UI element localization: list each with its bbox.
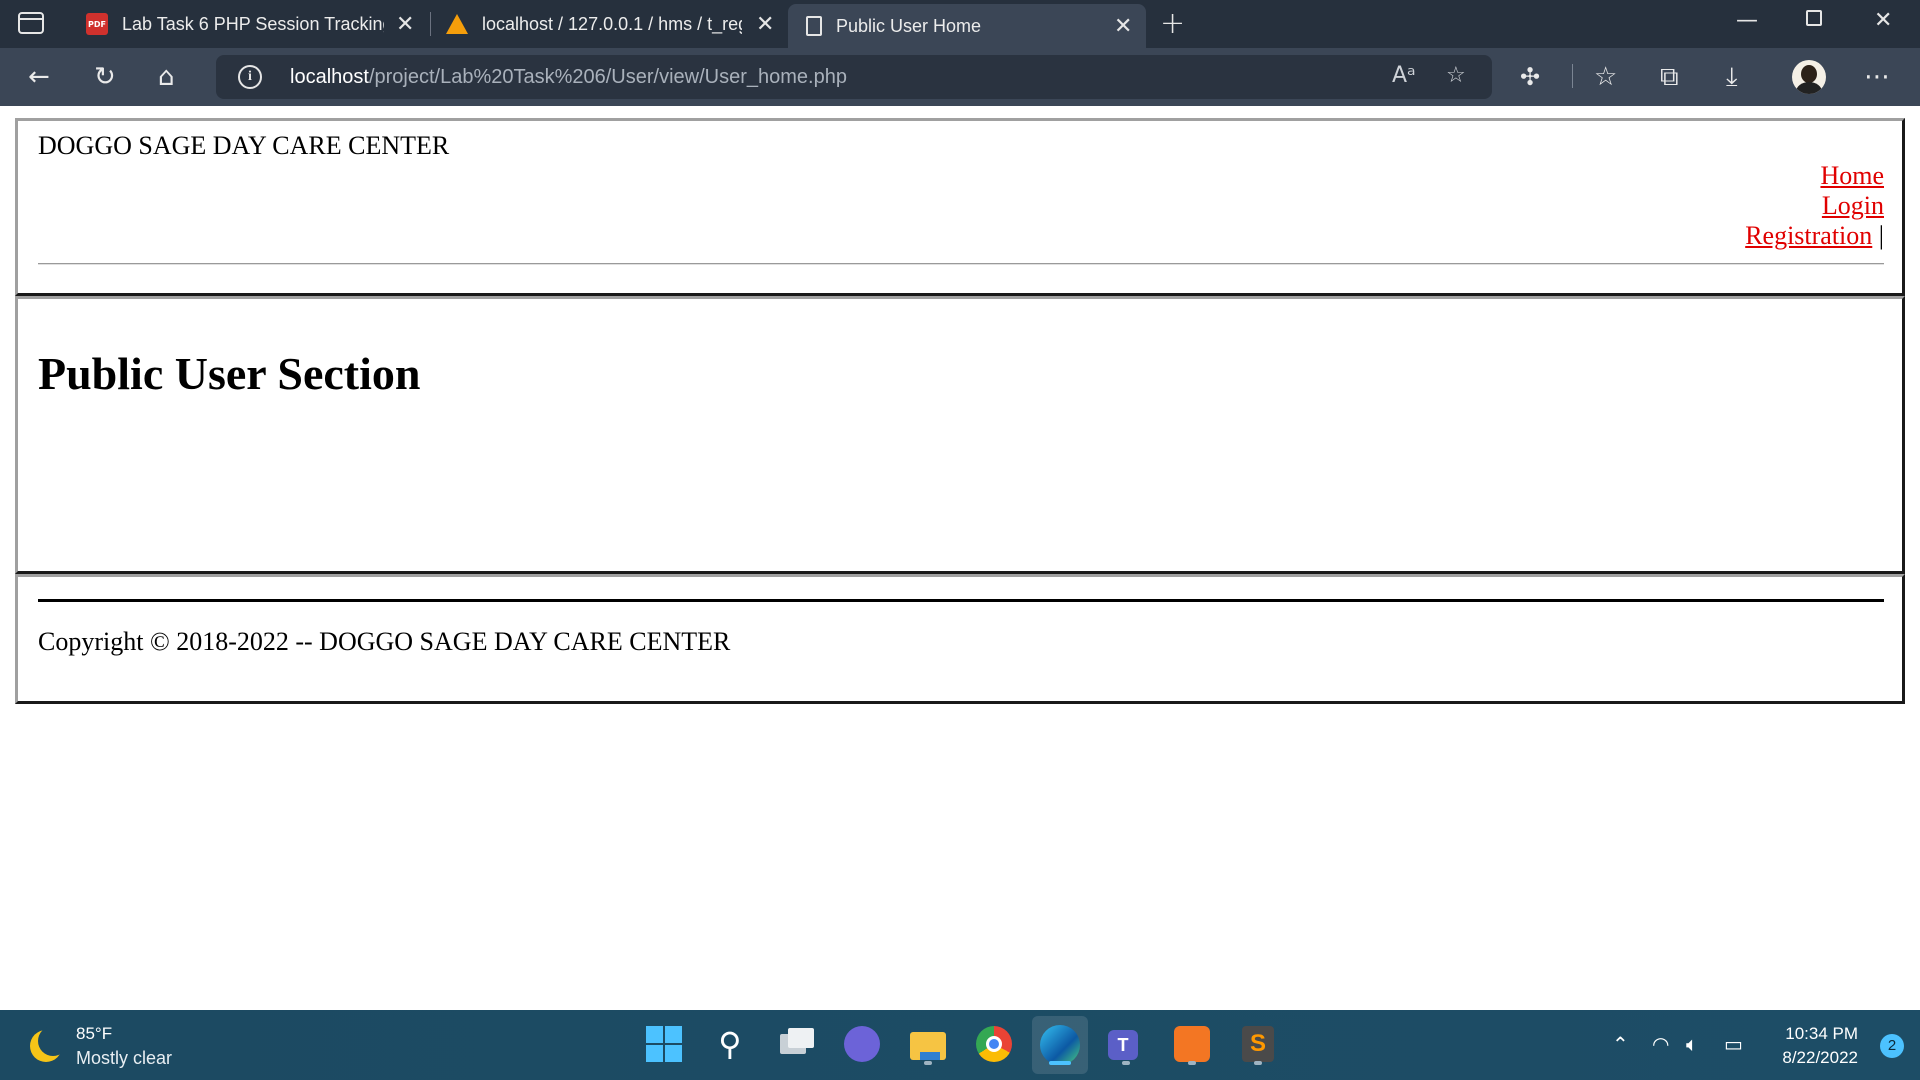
footer-divider	[38, 599, 1884, 602]
weather-desc[interactable]: Mostly clear	[76, 1048, 172, 1069]
chevron-up-icon[interactable]: ⌃	[1612, 1032, 1629, 1056]
browser-tab-bar: PDF Lab Task 6 PHP Session Tracking ✕ lo…	[0, 0, 1920, 48]
pdf-icon: PDF	[86, 13, 108, 35]
tab-actions-icon[interactable]	[18, 12, 44, 34]
tab-label: Lab Task 6 PHP Session Tracking	[122, 13, 384, 34]
copyright-text: Copyright © 2018-2022 -- DOGGO SAGE DAY …	[38, 627, 731, 656]
weather-moon-icon[interactable]	[30, 1026, 68, 1062]
home-icon[interactable]: ⌂	[158, 62, 175, 92]
notification-badge[interactable]: 2	[1880, 1034, 1904, 1058]
profile-avatar[interactable]	[1792, 60, 1826, 94]
url-text[interactable]: localhost/project/Lab%20Task%206/User/vi…	[290, 66, 847, 89]
info-icon[interactable]: i	[238, 65, 262, 89]
browser-toolbar: ← ↻ ⌂ i localhost/project/Lab%20Task%206…	[0, 48, 1920, 106]
battery-icon[interactable]: ▭	[1724, 1032, 1743, 1056]
read-aloud-icon[interactable]: Aᵃ	[1392, 63, 1416, 88]
xampp-icon[interactable]	[1172, 1024, 1212, 1064]
window-close-icon[interactable]: ✕	[1874, 8, 1892, 33]
add-favorite-icon[interactable]: ☆	[1446, 63, 1466, 88]
tab-separator	[430, 12, 431, 36]
url-path: /project/Lab%20Task%206/User/view/User_h…	[368, 66, 847, 88]
back-icon[interactable]: ←	[28, 62, 50, 92]
clock-date[interactable]: 8/22/2022	[1782, 1048, 1858, 1068]
main-section: Public User Section	[15, 296, 1905, 574]
toolbar-separator	[1572, 64, 1573, 88]
restore-icon[interactable]	[1806, 10, 1822, 26]
collections-icon[interactable]: ⧉	[1660, 62, 1679, 92]
header-section: DOGGO SAGE DAY CARE CENTER Home Login Re…	[15, 118, 1905, 296]
more-icon[interactable]: ⋯	[1864, 62, 1890, 92]
search-icon[interactable]: ⚲	[710, 1024, 750, 1064]
volume-icon[interactable]: 🔈︎	[1686, 1032, 1698, 1056]
nav-separator: |	[1878, 221, 1884, 250]
edge-icon[interactable]	[1032, 1016, 1088, 1074]
favorites-icon[interactable]: ☆	[1594, 62, 1617, 92]
extensions-icon[interactable]: ✣	[1520, 62, 1540, 92]
tab-label: Public User Home	[836, 15, 982, 36]
nav-links: Home Login Registration |	[1745, 161, 1884, 251]
clock-time[interactable]: 10:34 PM	[1785, 1024, 1858, 1044]
nav-home-link[interactable]: Home	[1820, 161, 1884, 190]
running-indicator	[1188, 1061, 1196, 1065]
refresh-icon[interactable]: ↻	[94, 62, 116, 92]
running-indicator	[1254, 1061, 1262, 1065]
start-icon[interactable]	[644, 1024, 684, 1064]
phpmyadmin-icon	[446, 13, 468, 35]
chrome-icon[interactable]	[974, 1024, 1014, 1064]
address-bar[interactable]: i localhost/project/Lab%20Task%206/User/…	[216, 55, 1492, 99]
running-indicator	[1122, 1061, 1130, 1065]
close-icon[interactable]: ✕	[1114, 13, 1132, 39]
running-indicator	[924, 1061, 932, 1065]
tab-label: localhost / 127.0.0.1 / hms / t_reg	[482, 13, 742, 34]
active-indicator	[1049, 1061, 1071, 1065]
teams-icon[interactable]: T	[1106, 1024, 1146, 1064]
web-page: DOGGO SAGE DAY CARE CENTER Home Login Re…	[0, 106, 1920, 1010]
chat-icon[interactable]	[842, 1024, 882, 1064]
tab-public-user-home[interactable]: Public User Home ✕	[788, 4, 1146, 48]
close-icon[interactable]: ✕	[396, 11, 414, 37]
site-title: DOGGO SAGE DAY CARE CENTER	[38, 131, 450, 160]
section-title: Public User Section	[38, 348, 421, 399]
wifi-icon[interactable]: ◠	[1652, 1032, 1669, 1056]
new-tab-icon[interactable]: +	[1160, 6, 1185, 41]
taskbar: 85°F Mostly clear ⚲ T S ⌃ ◠ 🔈︎ ▭ 10:34 P…	[0, 1010, 1920, 1080]
nav-login-link[interactable]: Login	[1822, 191, 1884, 220]
minimize-icon[interactable]: —	[1736, 8, 1758, 33]
header-divider	[38, 263, 1884, 265]
weather-temp[interactable]: 85°F	[76, 1024, 112, 1044]
tab-phpmyadmin[interactable]: localhost / 127.0.0.1 / hms / t_reg ✕	[446, 0, 776, 48]
page-icon	[806, 16, 822, 36]
footer-section: Copyright © 2018-2022 -- DOGGO SAGE DAY …	[15, 574, 1905, 704]
file-explorer-icon[interactable]	[908, 1024, 948, 1064]
tab-lab-task-pdf[interactable]: PDF Lab Task 6 PHP Session Tracking ✕	[86, 0, 416, 48]
task-view-icon[interactable]	[776, 1024, 816, 1064]
url-host: localhost	[290, 66, 369, 88]
sublime-text-icon[interactable]: S	[1238, 1024, 1278, 1064]
downloads-icon[interactable]: ⤓	[1726, 62, 1738, 92]
close-icon[interactable]: ✕	[756, 11, 774, 37]
nav-registration-link[interactable]: Registration	[1745, 221, 1872, 250]
